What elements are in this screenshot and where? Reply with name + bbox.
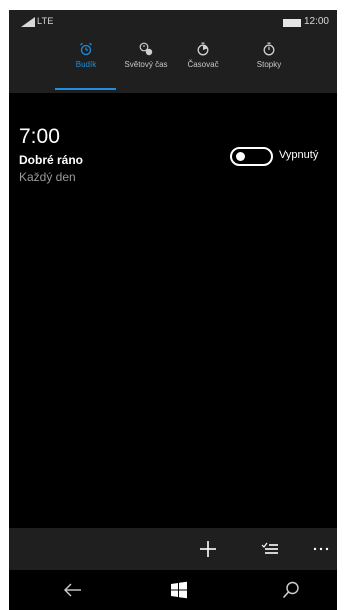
- world-clock-icon: [139, 42, 153, 56]
- alarm-name: Dobré ráno: [19, 153, 84, 167]
- add-icon: [200, 541, 216, 557]
- tab-bar: Budík Světový čas Časovač Stopky: [9, 42, 337, 90]
- alarm-item[interactable]: 7:00 Dobré ráno Každý den: [19, 125, 239, 184]
- tab-alarm[interactable]: Budík: [71, 42, 101, 90]
- windows-icon: [171, 581, 187, 599]
- signal-icon: [21, 17, 35, 27]
- back-button[interactable]: [53, 570, 93, 610]
- timer-icon: [197, 42, 209, 56]
- alarm-clock-icon: [80, 42, 92, 56]
- navigation-bar: [9, 570, 337, 610]
- status-bar: LTE 12:00: [9, 10, 337, 36]
- select-icon: [261, 542, 278, 554]
- toggle-knob: [236, 152, 245, 161]
- back-icon: [64, 583, 81, 597]
- battery-icon: [283, 19, 301, 27]
- add-alarm-button[interactable]: [190, 528, 226, 570]
- tab-timer[interactable]: Časovač: [181, 42, 225, 90]
- tab-label: Světový čas: [124, 60, 168, 69]
- search-button[interactable]: [271, 570, 311, 610]
- start-button[interactable]: [159, 570, 199, 610]
- tab-stopwatch[interactable]: Stopky: [251, 42, 287, 90]
- stopwatch-icon: [263, 42, 275, 56]
- tab-label: Časovač: [187, 60, 219, 69]
- tab-label: Stopky: [256, 60, 282, 69]
- network-type: LTE: [37, 16, 54, 26]
- app-header: LTE 12:00 Budík Světový čas Časovač Stop…: [9, 10, 337, 93]
- alarm-repeat: Každý den: [19, 170, 76, 184]
- screen: LTE 12:00 Budík Světový čas Časovač Stop…: [9, 10, 337, 610]
- more-icon: [313, 547, 329, 551]
- alarm-toggle[interactable]: [230, 147, 273, 166]
- alarm-toggle-label: Vypnutý: [279, 149, 319, 161]
- phone-frame: LTE 12:00 Budík Světový čas Časovač Stop…: [0, 0, 346, 610]
- alarm-time: 7:00: [19, 125, 60, 148]
- tab-label: Budík: [75, 60, 97, 69]
- more-options-button[interactable]: [308, 528, 337, 570]
- tab-world-clock[interactable]: Světový čas: [115, 42, 177, 90]
- select-alarms-button[interactable]: [252, 528, 288, 570]
- active-tab-indicator: [55, 88, 116, 90]
- app-bar: [9, 528, 337, 570]
- search-icon: [282, 581, 299, 599]
- status-time: 12:00: [303, 16, 329, 27]
